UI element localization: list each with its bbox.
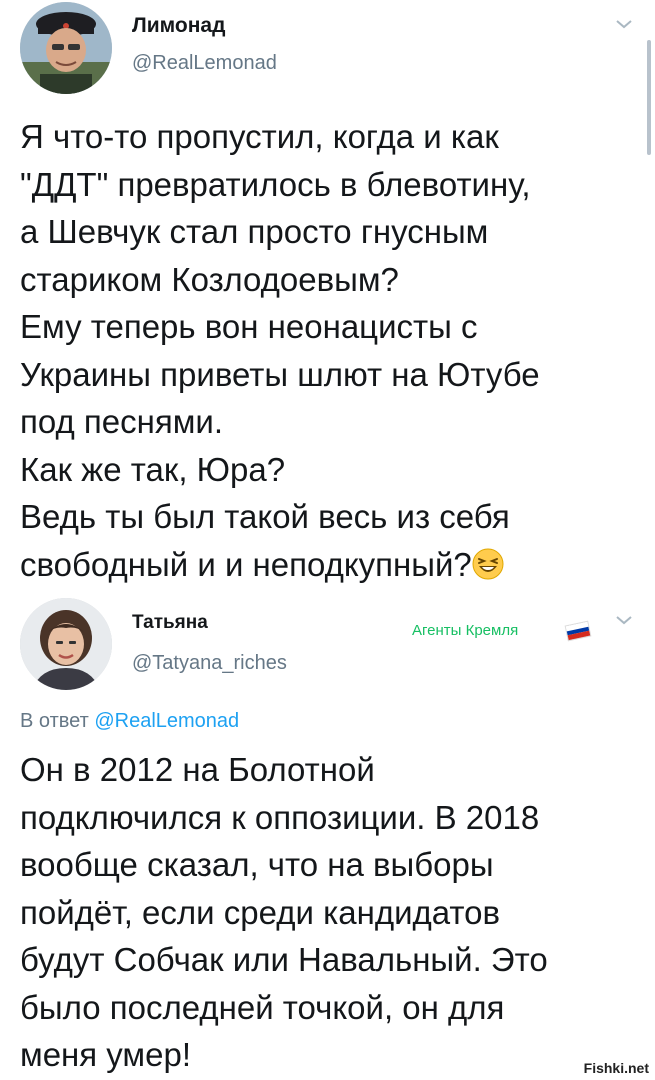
display-name[interactable]: Татьяна: [132, 612, 208, 634]
tweet-line: "ДДТ" превратилось в блевотину,: [20, 165, 531, 203]
tweet-text: Я что-то пропустил, когда и как "ДДТ" пр…: [20, 113, 635, 588]
avatar[interactable]: [20, 2, 112, 94]
tweet-line: под песнями.: [20, 403, 224, 440]
reply-context: В ответ @RealLemonad: [20, 710, 239, 733]
reply-prefix: В ответ: [20, 710, 89, 732]
tweet-line: а Шевчук стал просто гнусным: [20, 213, 489, 250]
avatar[interactable]: [20, 598, 112, 690]
tweet-line: Украины приветы шлют на Ютубе: [20, 355, 540, 393]
tweet-line: Он в 2012 на Болотной: [20, 751, 375, 788]
tweet-1: Лимонад @RealLemonad Я что-то пропустил,…: [0, 0, 655, 590]
tweet-line: будут Собчак или Навальный. Это: [20, 941, 548, 978]
tweet-line: вообще сказал, что на выборы: [20, 846, 494, 883]
tweet-line: Как же так, Юра?: [20, 450, 286, 488]
tweet-line: было последней точкой, он для: [20, 988, 505, 1026]
handle[interactable]: @Tatyana_riches: [132, 652, 287, 675]
user-bio: Агенты Кремля: [412, 622, 519, 639]
tweet-line: подключился к оппозиции. В 2018: [20, 798, 540, 836]
tweet-line: пойдёт, если среди кандидатов: [20, 893, 501, 931]
tweet-line: меня умер!: [20, 1036, 191, 1073]
tweet-line: Ему теперь вон неонацисты с: [20, 308, 478, 345]
laughing-face-icon: [472, 548, 504, 579]
tweet-text: Он в 2012 на Болотной подключился к оппо…: [20, 746, 635, 1079]
tweet-2: Татьяна @Tatyana_riches Агенты Кремля В …: [0, 590, 655, 1080]
tweet-line: свободный и и неподкупный?: [20, 545, 472, 583]
scrollbar[interactable]: [647, 40, 651, 155]
tweet-line: Ведь ты был такой весь из себя: [20, 498, 510, 535]
chevron-down-icon[interactable]: [612, 612, 636, 628]
tweet-line: стариком Козлодоевым?: [20, 260, 399, 298]
watermark: Fishki.net: [583, 1060, 649, 1076]
reply-mention-link[interactable]: @RealLemonad: [94, 710, 239, 732]
tweet-line: Я что-то пропустил, когда и как: [20, 118, 499, 155]
russia-flag-icon: [565, 621, 591, 641]
chevron-down-icon[interactable]: [612, 16, 636, 32]
handle[interactable]: @RealLemonad: [132, 52, 277, 75]
display-name[interactable]: Лимонад: [132, 14, 225, 38]
tweet-line-last: свободный и и неподкупный?: [20, 541, 635, 589]
